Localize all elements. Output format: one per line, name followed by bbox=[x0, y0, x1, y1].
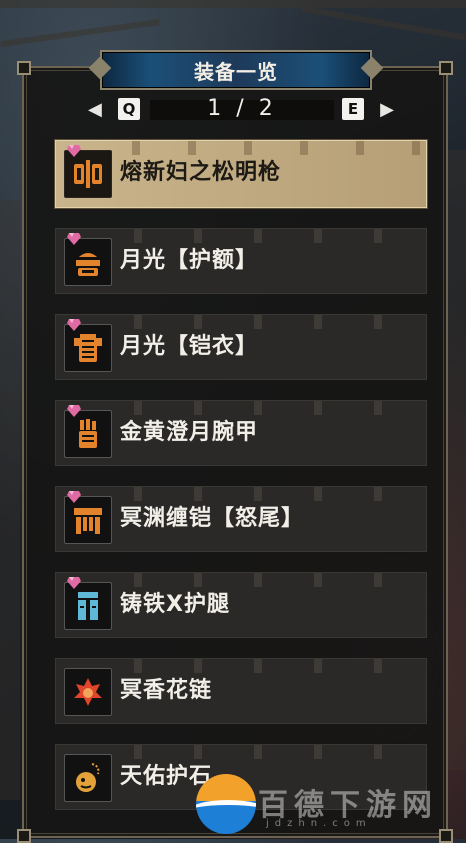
decoration-gem-icon bbox=[67, 145, 81, 157]
equipment-icon-frame bbox=[64, 577, 112, 630]
next-page-key[interactable]: E bbox=[342, 98, 364, 120]
decoration-gem-icon bbox=[67, 577, 81, 589]
equipment-row-waist[interactable]: 冥渊缠铠【怒尾】 bbox=[55, 486, 427, 552]
equipment-icon-frame bbox=[64, 145, 112, 198]
equipment-name: 熔新妇之松明枪 bbox=[120, 160, 282, 185]
equipment-icon-frame bbox=[64, 754, 112, 802]
helmet-icon bbox=[76, 253, 100, 276]
frame-corner bbox=[439, 61, 453, 75]
equipment-icon-frame bbox=[64, 405, 112, 458]
title-plate: 装备一览 bbox=[100, 50, 372, 90]
equipment-name: 月光【铠衣】 bbox=[120, 334, 259, 359]
equipment-list: 熔新妇之松明枪 月光【护额】 月光【铠衣】 金黄澄月腕甲 冥渊缠铠【怒尾】 铸铁… bbox=[55, 140, 427, 830]
equipment-name: 铸铁X护腿 bbox=[120, 592, 230, 617]
decoration-gem-icon bbox=[67, 405, 81, 417]
page-title: 装备一览 bbox=[194, 59, 278, 84]
prev-page-key[interactable]: Q bbox=[118, 98, 140, 120]
watermark-subtext: jdzhn.com bbox=[266, 818, 372, 829]
pager: ◀ Q 1 / 2 E ▶ bbox=[88, 96, 394, 126]
prev-page-arrow-icon[interactable]: ◀ bbox=[88, 99, 102, 120]
equipment-name: 冥香花链 bbox=[120, 678, 213, 703]
site-watermark: 百德下游网 jdzhn.com bbox=[196, 772, 466, 839]
watermark-logo-icon bbox=[196, 774, 256, 834]
equipment-row-head[interactable]: 月光【护额】 bbox=[55, 228, 427, 294]
frame-corner bbox=[17, 61, 31, 75]
waist-armor-icon bbox=[74, 508, 102, 534]
decoration-gem-icon bbox=[67, 491, 81, 503]
arm-guard-icon bbox=[79, 419, 97, 448]
equipment-row-legs[interactable]: 铸铁X护腿 bbox=[55, 572, 427, 638]
equipment-icon-frame bbox=[64, 491, 112, 544]
equipment-icon-frame bbox=[64, 233, 112, 286]
frame-corner bbox=[17, 829, 31, 843]
equipment-name: 月光【护额】 bbox=[120, 248, 259, 273]
equipment-row-charm[interactable]: 冥香花链 bbox=[55, 658, 427, 724]
next-page-arrow-icon[interactable]: ▶ bbox=[380, 99, 394, 120]
leg-armor-icon bbox=[78, 592, 98, 620]
page-indicator: 1 / 2 bbox=[207, 96, 277, 121]
equipment-row-weapon[interactable]: 熔新妇之松明枪 bbox=[55, 140, 427, 208]
chest-armor-icon bbox=[74, 334, 102, 362]
equipment-name: 金黄澄月腕甲 bbox=[120, 420, 259, 445]
lance-icon bbox=[74, 160, 102, 188]
equipment-row-chest[interactable]: 月光【铠衣】 bbox=[55, 314, 427, 380]
equipment-icon-frame bbox=[64, 319, 112, 372]
equipment-row-arms[interactable]: 金黄澄月腕甲 bbox=[55, 400, 427, 466]
talisman-icon bbox=[76, 763, 100, 792]
decoration-gem-icon bbox=[67, 233, 81, 245]
equipment-name: 冥渊缠铠【怒尾】 bbox=[120, 506, 305, 531]
decoration-gem-icon bbox=[67, 319, 81, 331]
charm-icon bbox=[74, 678, 102, 706]
equipment-icon-frame bbox=[64, 668, 112, 716]
